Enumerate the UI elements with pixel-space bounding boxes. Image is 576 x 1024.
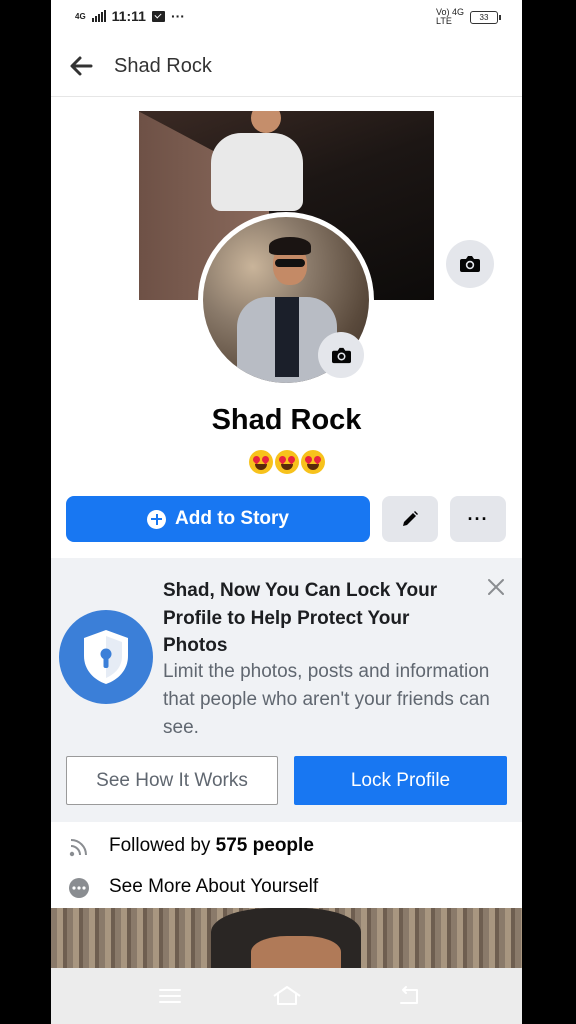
status-bar: 4G 11:11 ··· Vo) 4G LTE 33 (51, 0, 522, 34)
volte-label: Vo) 4G LTE (435, 7, 464, 26)
edit-profile-picture-button[interactable] (318, 332, 364, 378)
screen: 4G 11:11 ··· Vo) 4G LTE 33 Shad Rock Sha… (51, 0, 522, 1024)
more-notifications: ··· (170, 8, 185, 24)
see-how-it-works-button[interactable]: See How It Works (66, 756, 278, 805)
message-icon (151, 10, 165, 22)
more-options-button[interactable]: ··· (450, 496, 506, 542)
system-navigation-bar (51, 968, 522, 1024)
heart-eyes-emoji-icon (248, 450, 273, 475)
heart-eyes-emoji-icon (274, 450, 299, 475)
menu-icon[interactable] (157, 984, 183, 1008)
more-dots-icon: ··· (467, 509, 489, 529)
profile-name: Shad Rock (211, 404, 362, 436)
network-label: 4G (75, 11, 86, 21)
featured-photo[interactable] (51, 908, 522, 968)
close-icon[interactable] (485, 576, 507, 598)
heart-eyes-emoji-icon (300, 450, 325, 475)
bio-emojis (51, 448, 522, 475)
plus-circle-icon (147, 509, 166, 529)
battery-icon: 33 (470, 10, 501, 24)
followers-row[interactable]: Followed by 575 people (51, 828, 522, 864)
page-header: Shad Rock (51, 34, 522, 97)
add-to-story-button[interactable]: Add to Story (66, 496, 370, 542)
camera-icon (331, 347, 351, 363)
lock-profile-button[interactable]: Lock Profile (294, 756, 507, 805)
more-circle-icon (69, 878, 89, 898)
page-title: Shad Rock (114, 55, 212, 77)
camera-icon (460, 256, 480, 272)
rss-icon (69, 839, 87, 857)
see-more-label: See More About Yourself (109, 876, 319, 897)
signal-icon (91, 10, 106, 22)
shield-lock-icon (59, 610, 153, 704)
home-icon[interactable] (272, 984, 302, 1008)
followed-by-label: Followed by (109, 835, 216, 856)
lock-card-description: Limit the photos, posts and information … (163, 661, 490, 738)
add-to-story-label: Add to Story (175, 508, 289, 529)
edit-profile-button[interactable] (382, 496, 438, 542)
back-arrow-icon[interactable] (67, 52, 95, 80)
follower-count: 575 people (215, 835, 314, 856)
back-navigation-icon[interactable] (397, 984, 423, 1008)
clock: 11:11 (111, 8, 146, 24)
pencil-icon (403, 511, 418, 526)
lock-card-title: Shad, Now You Can Lock Your Profile to H… (163, 580, 438, 656)
lock-profile-card: Shad, Now You Can Lock Your Profile to H… (51, 558, 522, 822)
edit-cover-button[interactable] (446, 240, 494, 288)
see-more-about-yourself-row[interactable]: See More About Yourself (51, 869, 522, 905)
